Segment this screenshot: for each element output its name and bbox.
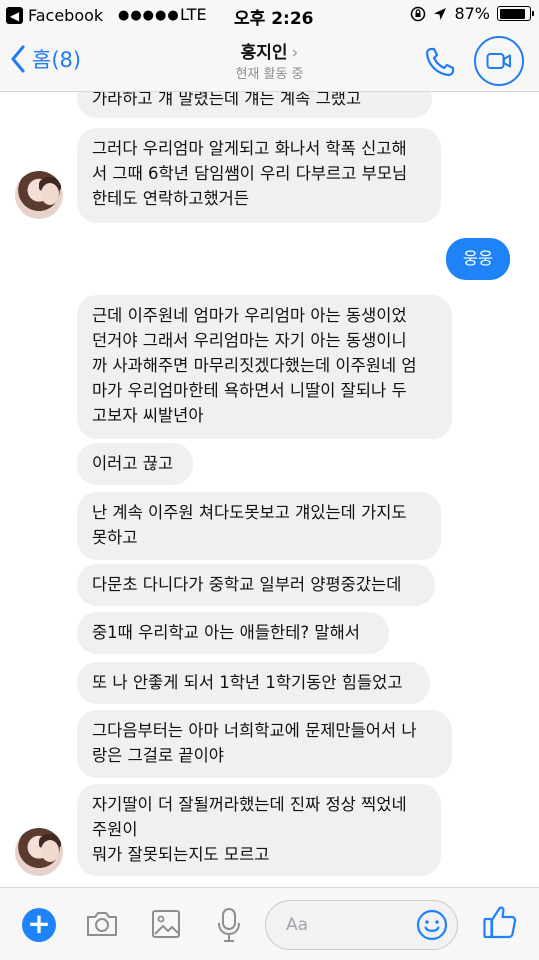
message-list[interactable]: 가라하고 걔 말렸는데 걔는 계속 그랬고 그러다 우리엄마 알게되고 화나서 … — [0, 92, 539, 887]
chevron-right-icon: › — [291, 43, 299, 63]
thumbs-up-icon — [483, 906, 517, 939]
contact-name-button[interactable]: 홍지인 › — [0, 38, 539, 63]
avatar-face — [41, 183, 59, 205]
video-camera-icon — [486, 53, 511, 69]
active-status: 현재 활동 중 — [235, 67, 304, 82]
plus-button[interactable]: + — [22, 908, 56, 942]
message-bubble-received[interactable]: 그다음부터는 아마 너희학교에 문제만들어서 나 랑은 그걸로 끝이야 — [77, 710, 452, 778]
contact-name: 홍지인 — [240, 43, 288, 63]
contact-avatar[interactable] — [15, 171, 63, 219]
message-bubble-received[interactable]: 중1때 우리학교 아는 애들한테? 말해서 — [77, 612, 389, 654]
back-arrow-icon: ◀ — [6, 7, 23, 24]
battery-icon — [497, 6, 534, 21]
chat-header: 홈(8) 홍지인 › 현재 활동 중 — [0, 30, 539, 92]
camera-button[interactable] — [84, 906, 120, 946]
video-call-button[interactable] — [474, 36, 524, 86]
voice-call-button[interactable] — [422, 44, 458, 84]
battery-percent: 87% — [454, 4, 490, 23]
image-icon — [152, 910, 180, 938]
like-button[interactable] — [482, 903, 518, 945]
image-button[interactable] — [150, 906, 182, 946]
message-composer: + — [0, 887, 539, 960]
status-bar: ◀ Facebook ●●●●● LTE 오후 2:26 87% — [0, 0, 539, 30]
status-time: 오후 2:26 — [234, 9, 314, 29]
phone-icon — [425, 47, 455, 77]
battery-level — [499, 8, 525, 19]
message-bubble-received[interactable]: 자기딸이 더 잘될꺼라했는데 진짜 정상 찍었네 주원이 뭐가 잘못되는지도 모… — [77, 784, 441, 876]
signal-strength: ●●●●● — [118, 8, 180, 23]
emoji-icon — [416, 909, 448, 941]
contact-avatar[interactable] — [15, 828, 63, 876]
back-app-label: Facebook — [28, 6, 104, 25]
message-bubble-sent[interactable]: 웅웅 — [446, 238, 510, 280]
carrier-label: LTE — [180, 5, 207, 24]
message-bubble-received[interactable]: 그러다 우리엄마 알게되고 화나서 학폭 신고해 서 그때 6학년 담임쌤이 우… — [77, 128, 441, 223]
microphone-icon — [218, 908, 240, 942]
location-arrow-icon — [434, 7, 447, 20]
message-bubble-received[interactable]: 근데 이주원네 엄마가 우리엄마 아는 동생이었 던거야 그래서 우리엄마는 자… — [77, 295, 452, 439]
message-input-container[interactable] — [265, 900, 458, 950]
back-to-app-button[interactable]: ◀ Facebook — [6, 6, 103, 25]
message-bubble-received[interactable]: 이러고 끊고 — [77, 443, 193, 485]
message-bubble-received[interactable]: 난 계속 이주원 쳐다도못보고 걔있는데 가지도 못하고 — [77, 492, 441, 560]
emoji-button[interactable] — [415, 908, 449, 946]
message-bubble-received[interactable]: 또 나 안좋게 되서 1학년 1학기동안 힘들었고 — [77, 662, 430, 704]
camera-icon — [87, 912, 117, 936]
avatar-face — [41, 840, 59, 862]
message-input[interactable] — [286, 913, 416, 937]
message-bubble-received[interactable]: 다문초 다니다가 중학교 일부러 양평중갔는데 — [77, 564, 435, 606]
status-right: 87% — [410, 4, 534, 23]
message-bubble-received[interactable]: 가라하고 걔 말렸는데 걔는 계속 그랬고 — [77, 92, 432, 118]
rotation-lock-icon — [411, 6, 426, 21]
microphone-button[interactable] — [214, 906, 244, 948]
